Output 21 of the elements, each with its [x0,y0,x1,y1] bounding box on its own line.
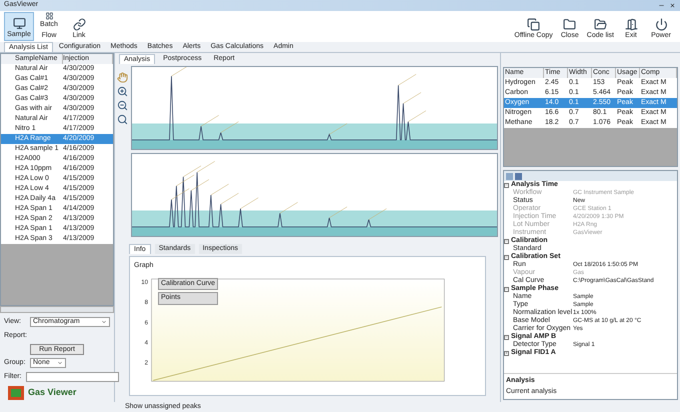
zoom-in-icon[interactable] [116,86,128,97]
expand-icon[interactable] [504,334,509,340]
open-folder-icon [594,18,607,30]
logo-text: Gas Viewer [28,386,76,400]
minimize-icon[interactable] [658,2,665,9]
scroll-bar[interactable] [0,306,114,313]
power-icon [654,18,668,30]
monitor-icon [12,16,26,30]
expand-icon[interactable] [504,182,509,188]
search-icon[interactable] [116,114,128,125]
expand-icon[interactable] [504,286,509,292]
logo-icon [8,386,24,400]
door-icon [624,18,638,30]
folder-icon [563,18,576,30]
zoom-out-icon[interactable] [116,100,128,111]
link-icon [72,18,86,30]
expand-icon[interactable] [504,238,509,244]
expand-icon[interactable] [504,254,509,260]
copy-icon [527,18,540,30]
filter-field[interactable] [26,372,118,382]
expand-icon[interactable] [504,350,509,356]
